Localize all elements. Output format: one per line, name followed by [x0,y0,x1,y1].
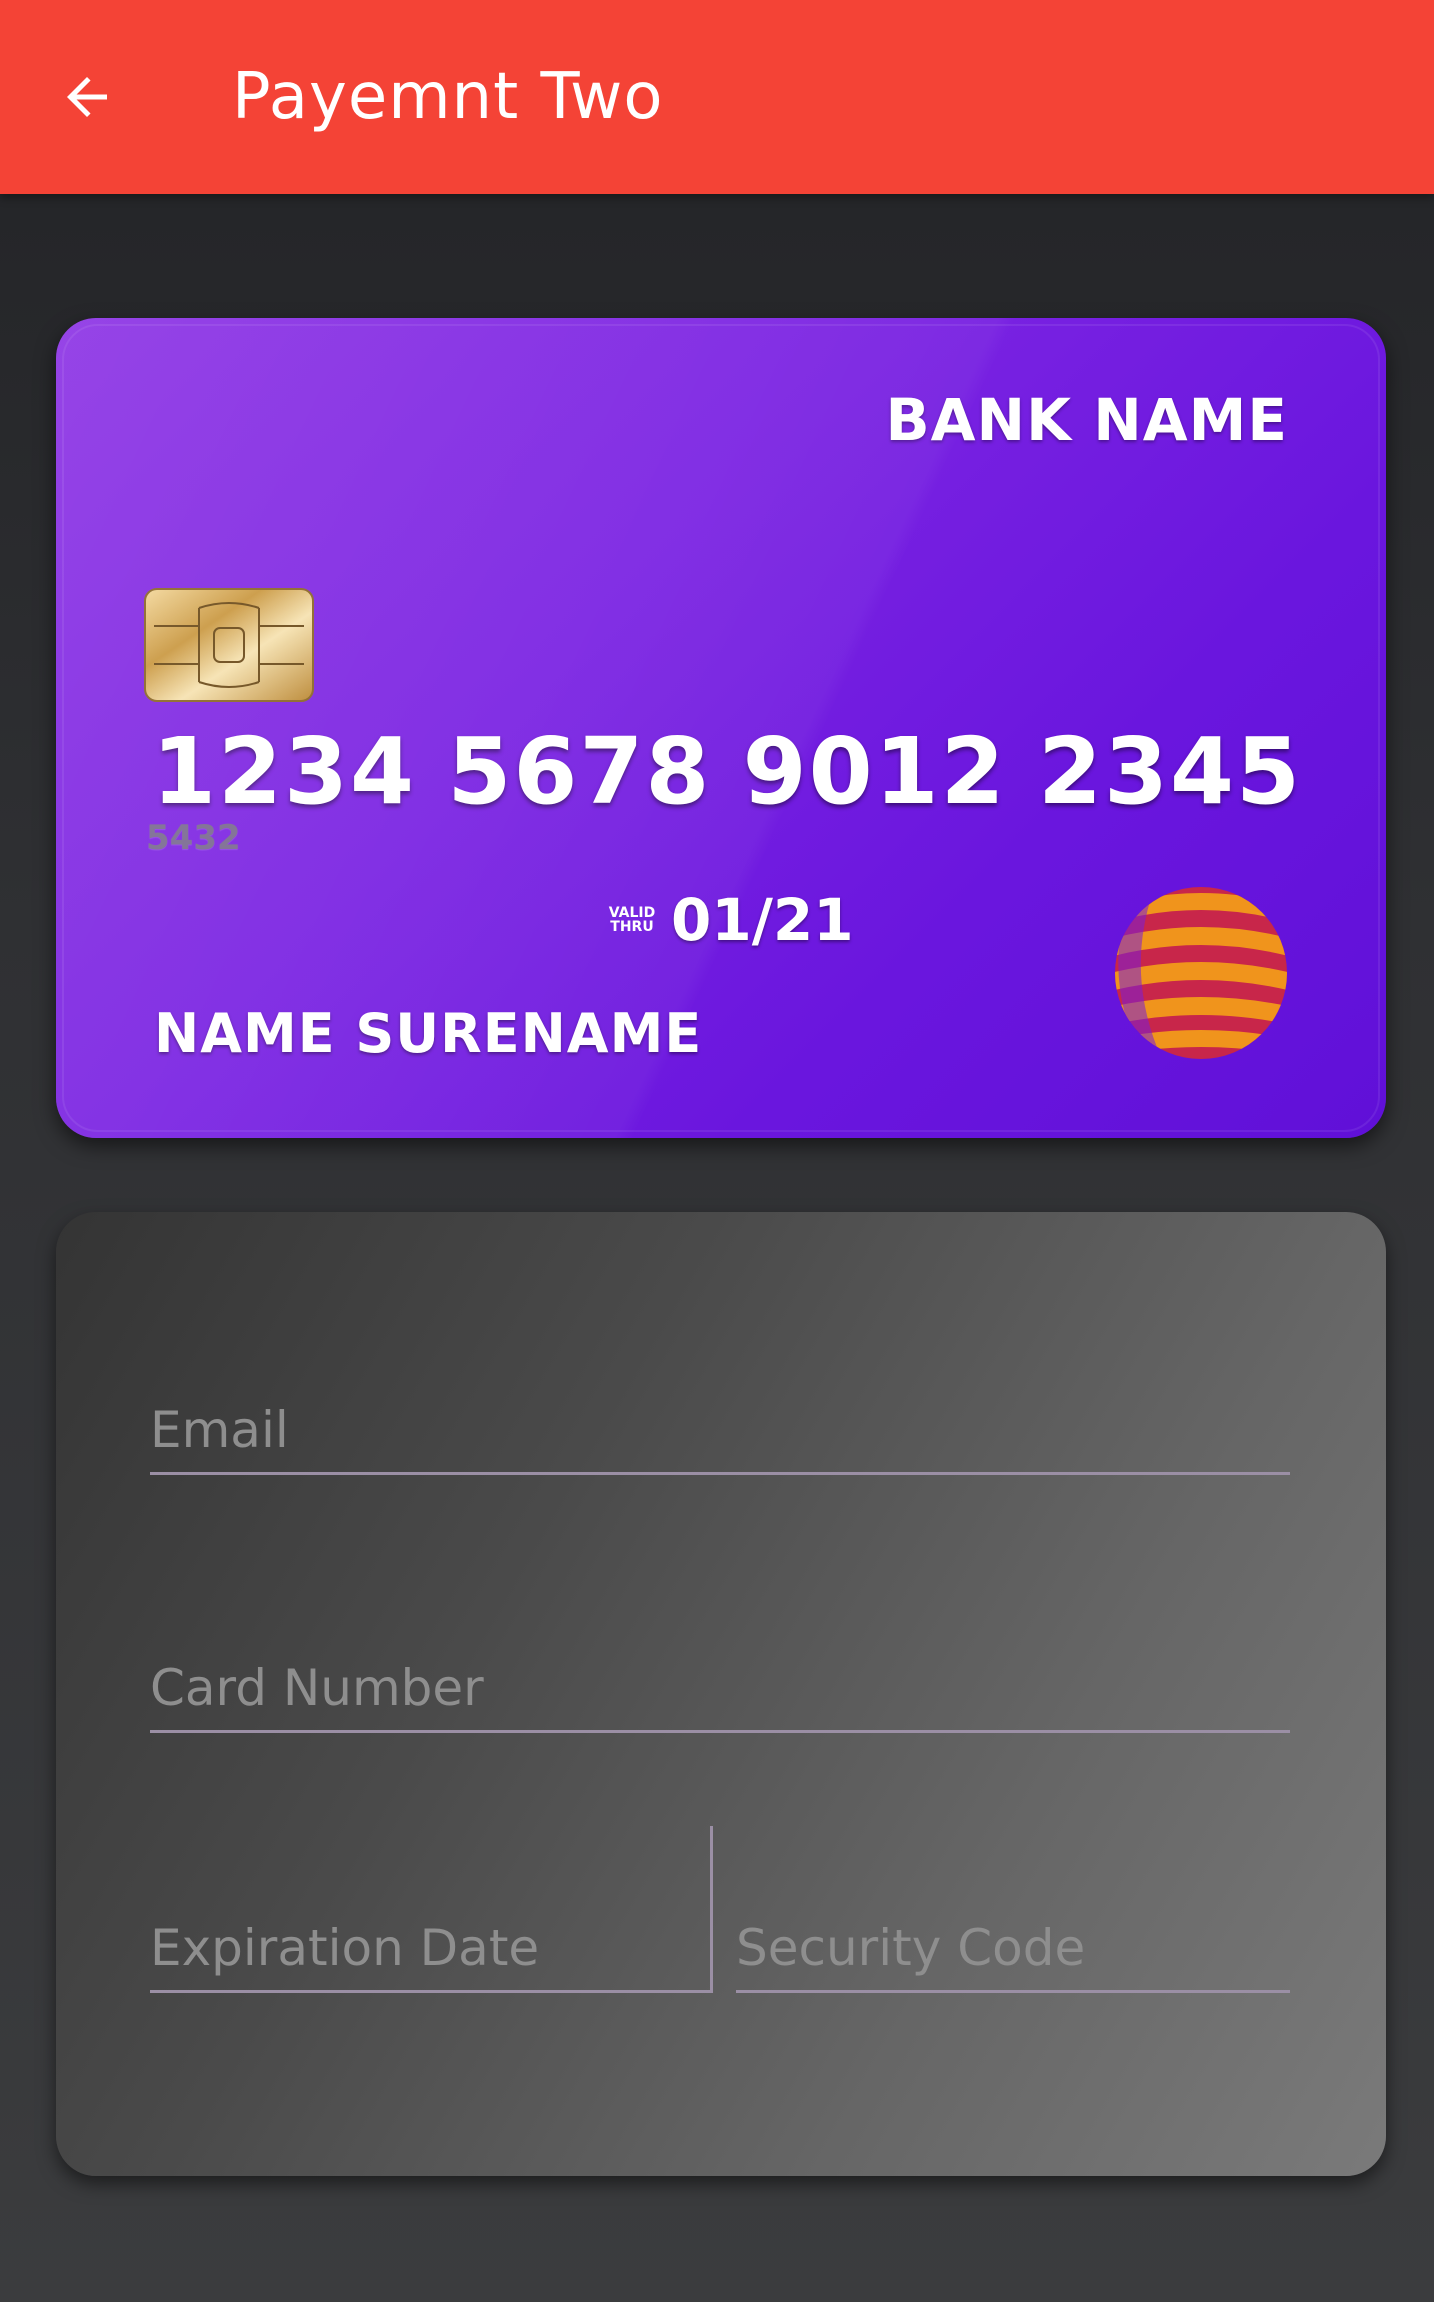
page-title: Payemnt Two [232,60,664,134]
card-number-group: 9012 [742,718,1007,825]
field-divider [710,1826,713,1993]
card-small-digits: 5432 [146,818,241,858]
credit-card: BANK NAME 1234 5678 9012 2345 5432 VALID… [56,318,1386,1138]
security-code-input[interactable] [736,1916,1290,1980]
card-number: 1234 5678 9012 2345 [152,718,1302,825]
card-number-input[interactable] [150,1656,1290,1720]
payment-form [56,1212,1386,2176]
globe-logo-icon [1115,887,1287,1059]
valid-thru: VALID THRU 01/21 [601,886,854,954]
email-field-wrapper [150,1398,1290,1475]
card-number-group: 5678 [447,718,712,825]
expiration-date-input[interactable] [150,1916,710,1980]
valid-thru-label: VALID THRU [608,905,656,935]
back-button[interactable] [44,47,130,147]
bank-name: BANK NAME [885,386,1288,454]
email-input[interactable] [150,1398,1290,1462]
chip-icon [144,588,314,702]
card-number-group: 1234 [152,718,417,825]
security-code-field-wrapper [736,1916,1290,1993]
arrow-left-icon [67,77,107,117]
card-number-field-wrapper [150,1656,1290,1733]
card-number-group: 2345 [1037,718,1302,825]
cardholder-name: NAME SURENAME [154,1002,703,1065]
app-bar: Payemnt Two [0,0,1434,194]
expiration-date-field-wrapper [150,1916,710,1993]
expiry-date: 01/21 [671,886,854,954]
